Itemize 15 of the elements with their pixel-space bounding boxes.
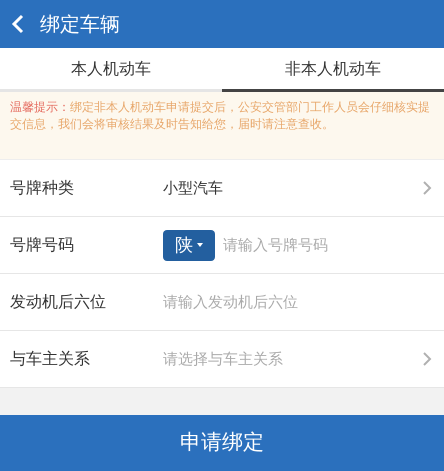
field-label: 号牌种类 (10, 177, 75, 199)
apply-bind-button[interactable]: 申请绑定 (0, 415, 444, 471)
province-dropdown[interactable]: 陕 (163, 230, 215, 260)
back-icon[interactable] (12, 14, 24, 34)
engine-number-input[interactable]: 请输入发动机后六位 (163, 290, 432, 314)
field-label: 号牌号码 (10, 234, 75, 256)
field-label: 发动机后六位 (10, 291, 107, 313)
caret-icon (197, 243, 203, 247)
header-title: 绑定车辆 (40, 11, 120, 38)
notice-text: 温馨提示：绑定非本人机动车申请提交后，公安交管部门工作人员会仔细核实提交信息，我们会将审核结果及时告知给您，届时请注意查收。 (0, 92, 444, 160)
field-value[interactable]: 小型汽车 (163, 176, 422, 200)
chevron-right-icon (422, 351, 432, 367)
chevron-right-icon (422, 180, 432, 196)
field-label: 与车主关系 (10, 348, 91, 370)
plate-number-input[interactable]: 请输入号牌号码 (223, 234, 432, 256)
